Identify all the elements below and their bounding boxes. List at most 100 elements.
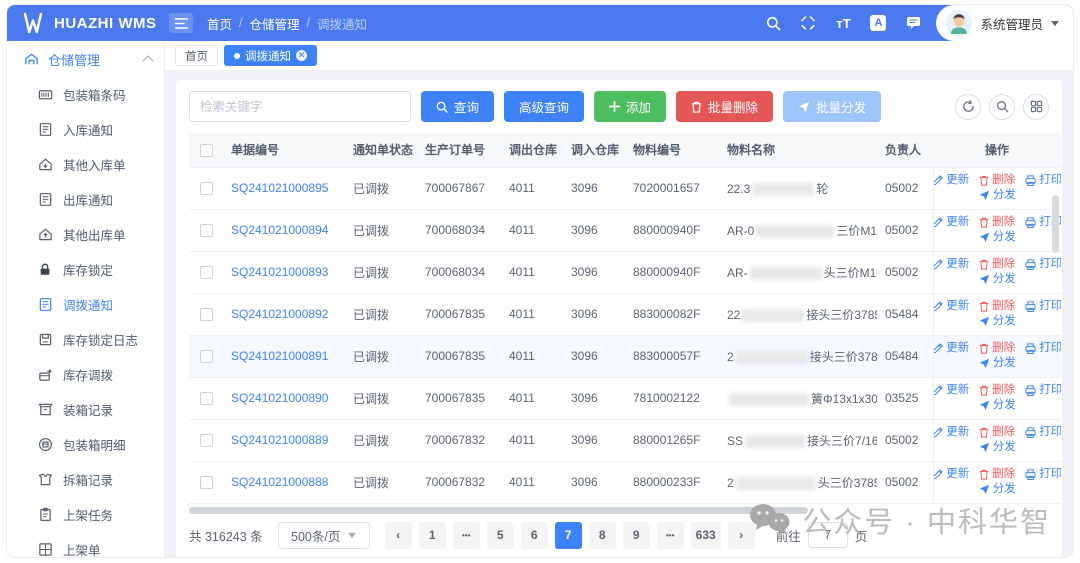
update-link[interactable]: 更新 — [933, 385, 969, 397]
collapse-menu-icon[interactable] — [169, 13, 193, 33]
sidebar-item-box-detail[interactable]: 包装箱明细 — [7, 427, 164, 462]
update-link[interactable]: 更新 — [933, 217, 969, 229]
prev-page-button[interactable]: ‹ — [385, 522, 412, 549]
dispatch-link[interactable]: 分发 — [979, 484, 1016, 496]
print-link[interactable]: 打印 — [1025, 469, 1061, 481]
delete-link[interactable]: 删除 — [979, 385, 1015, 397]
horizontal-scrollbar-thumb[interactable] — [189, 507, 808, 514]
goto-page-input[interactable] — [808, 522, 848, 548]
sidebar-item-shelf-task[interactable]: 上架任务 — [7, 497, 164, 532]
close-icon[interactable]: ✕ — [296, 50, 307, 61]
doc-no-link[interactable]: SQ241021000891 — [231, 349, 328, 363]
delete-link[interactable]: 删除 — [979, 301, 1015, 313]
breadcrumb-home[interactable]: 首页 — [207, 14, 232, 33]
fullscreen-icon[interactable] — [799, 14, 817, 32]
row-checkbox[interactable] — [200, 266, 213, 279]
vertical-scrollbar-thumb[interactable] — [1052, 195, 1059, 253]
delete-link[interactable]: 删除 — [979, 259, 1015, 271]
print-link[interactable]: 打印 — [1025, 259, 1061, 271]
next-page-button[interactable]: › — [728, 522, 755, 549]
row-checkbox[interactable] — [200, 224, 213, 237]
print-link[interactable]: 打印 — [1025, 175, 1061, 187]
select-all-checkbox[interactable] — [200, 144, 213, 157]
sidebar-group-warehouse[interactable]: 仓储管理 — [7, 41, 164, 77]
update-link[interactable]: 更新 — [933, 301, 969, 313]
update-link[interactable]: 更新 — [933, 427, 969, 439]
doc-no-link[interactable]: SQ241021000894 — [231, 223, 328, 237]
page-button-8[interactable]: 8 — [589, 522, 616, 549]
row-checkbox[interactable] — [200, 350, 213, 363]
update-link[interactable]: 更新 — [933, 343, 969, 355]
dispatch-link[interactable]: 分发 — [979, 190, 1016, 202]
tab-首页[interactable]: 首页 — [175, 45, 218, 66]
dispatch-link[interactable]: 分发 — [979, 274, 1016, 286]
message-icon[interactable] — [904, 14, 922, 32]
delete-link[interactable]: 删除 — [979, 469, 1015, 481]
user-menu[interactable]: 系统管理员 — [936, 5, 1073, 41]
delete-link[interactable]: 删除 — [979, 343, 1015, 355]
sidebar-item-inbound-notice[interactable]: 入库通知 — [7, 112, 164, 147]
doc-no-link[interactable]: SQ241021000892 — [231, 307, 328, 321]
search-icon[interactable] — [764, 14, 782, 32]
sidebar-item-other-outbound[interactable]: 其他出库单 — [7, 217, 164, 252]
sidebar-item-unpack-record[interactable]: 拆箱记录 — [7, 462, 164, 497]
refresh-button[interactable] — [955, 94, 981, 120]
page-size-select[interactable]: 500条/页 — [278, 522, 370, 549]
doc-no-link[interactable]: SQ241021000889 — [231, 433, 328, 447]
doc-no-link[interactable]: SQ241021000893 — [231, 265, 328, 279]
breadcrumb-warehouse[interactable]: 仓储管理 — [250, 14, 300, 33]
sidebar-item-lock-log[interactable]: 库存锁定日志 — [7, 322, 164, 357]
sidebar-item-box-barcode[interactable]: 包装箱条码 — [7, 77, 164, 112]
row-checkbox[interactable] — [200, 434, 213, 447]
sidebar-item-stock-transfer[interactable]: 库存调拨 — [7, 357, 164, 392]
dispatch-link[interactable]: 分发 — [979, 442, 1016, 454]
sidebar-item-label: 包装箱明细 — [63, 435, 126, 454]
doc-no-link[interactable]: SQ241021000890 — [231, 391, 328, 405]
page-button-5[interactable]: 5 — [487, 522, 514, 549]
row-checkbox[interactable] — [200, 308, 213, 321]
sidebar-item-shelf-order[interactable]: 上架单 — [7, 532, 164, 557]
row-checkbox[interactable] — [200, 476, 213, 489]
dispatch-link[interactable]: 分发 — [979, 316, 1016, 328]
page-ellipsis[interactable]: ••• — [453, 522, 480, 549]
page-button-9[interactable]: 9 — [623, 522, 650, 549]
sidebar-item-stock-lock[interactable]: 库存锁定 — [7, 252, 164, 287]
doc-no-link[interactable]: SQ241021000895 — [231, 181, 328, 195]
query-button[interactable]: 查询 — [421, 91, 494, 122]
print-link[interactable]: 打印 — [1025, 301, 1061, 313]
row-checkbox[interactable] — [200, 182, 213, 195]
sidebar-item-outbound-notice[interactable]: 出库通知 — [7, 182, 164, 217]
zoom-button[interactable] — [989, 94, 1015, 120]
translate-icon[interactable]: A — [869, 14, 887, 32]
sidebar-item-transfer-notice[interactable]: 调拨通知 — [7, 287, 164, 322]
print-link[interactable]: 打印 — [1025, 343, 1061, 355]
update-link[interactable]: 更新 — [933, 175, 969, 187]
sidebar-item-other-inbound[interactable]: 其他入库单 — [7, 147, 164, 182]
page-button-633[interactable]: 633 — [691, 522, 721, 549]
settings-button[interactable] — [1023, 94, 1049, 120]
search-input[interactable] — [189, 91, 411, 122]
dispatch-link[interactable]: 分发 — [979, 358, 1016, 370]
page-button-6[interactable]: 6 — [521, 522, 548, 549]
doc-no-link[interactable]: SQ241021000888 — [231, 475, 328, 489]
tab-调拨通知[interactable]: 调拨通知✕ — [224, 45, 317, 66]
update-link[interactable]: 更新 — [933, 469, 969, 481]
sidebar-item-pack-record[interactable]: 装箱记录 — [7, 392, 164, 427]
delete-link[interactable]: 删除 — [979, 427, 1015, 439]
batch-dispatch-button[interactable]: 批量分发 — [783, 91, 881, 122]
font-size-icon[interactable]: тT — [834, 14, 852, 32]
print-link[interactable]: 打印 — [1025, 427, 1061, 439]
row-checkbox[interactable] — [200, 392, 213, 405]
print-link[interactable]: 打印 — [1025, 385, 1061, 397]
update-link[interactable]: 更新 — [933, 259, 969, 271]
dispatch-link[interactable]: 分发 — [979, 400, 1016, 412]
delete-link[interactable]: 删除 — [979, 175, 1015, 187]
page-button-1[interactable]: 1 — [419, 522, 446, 549]
advanced-query-button[interactable]: 高级查询 — [504, 91, 584, 122]
page-button-7[interactable]: 7 — [555, 522, 582, 549]
page-ellipsis[interactable]: ••• — [657, 522, 684, 549]
delete-link[interactable]: 删除 — [979, 217, 1015, 229]
dispatch-link[interactable]: 分发 — [979, 232, 1016, 244]
batch-delete-button[interactable]: 批量删除 — [676, 91, 773, 122]
add-button[interactable]: 添加 — [594, 91, 666, 122]
